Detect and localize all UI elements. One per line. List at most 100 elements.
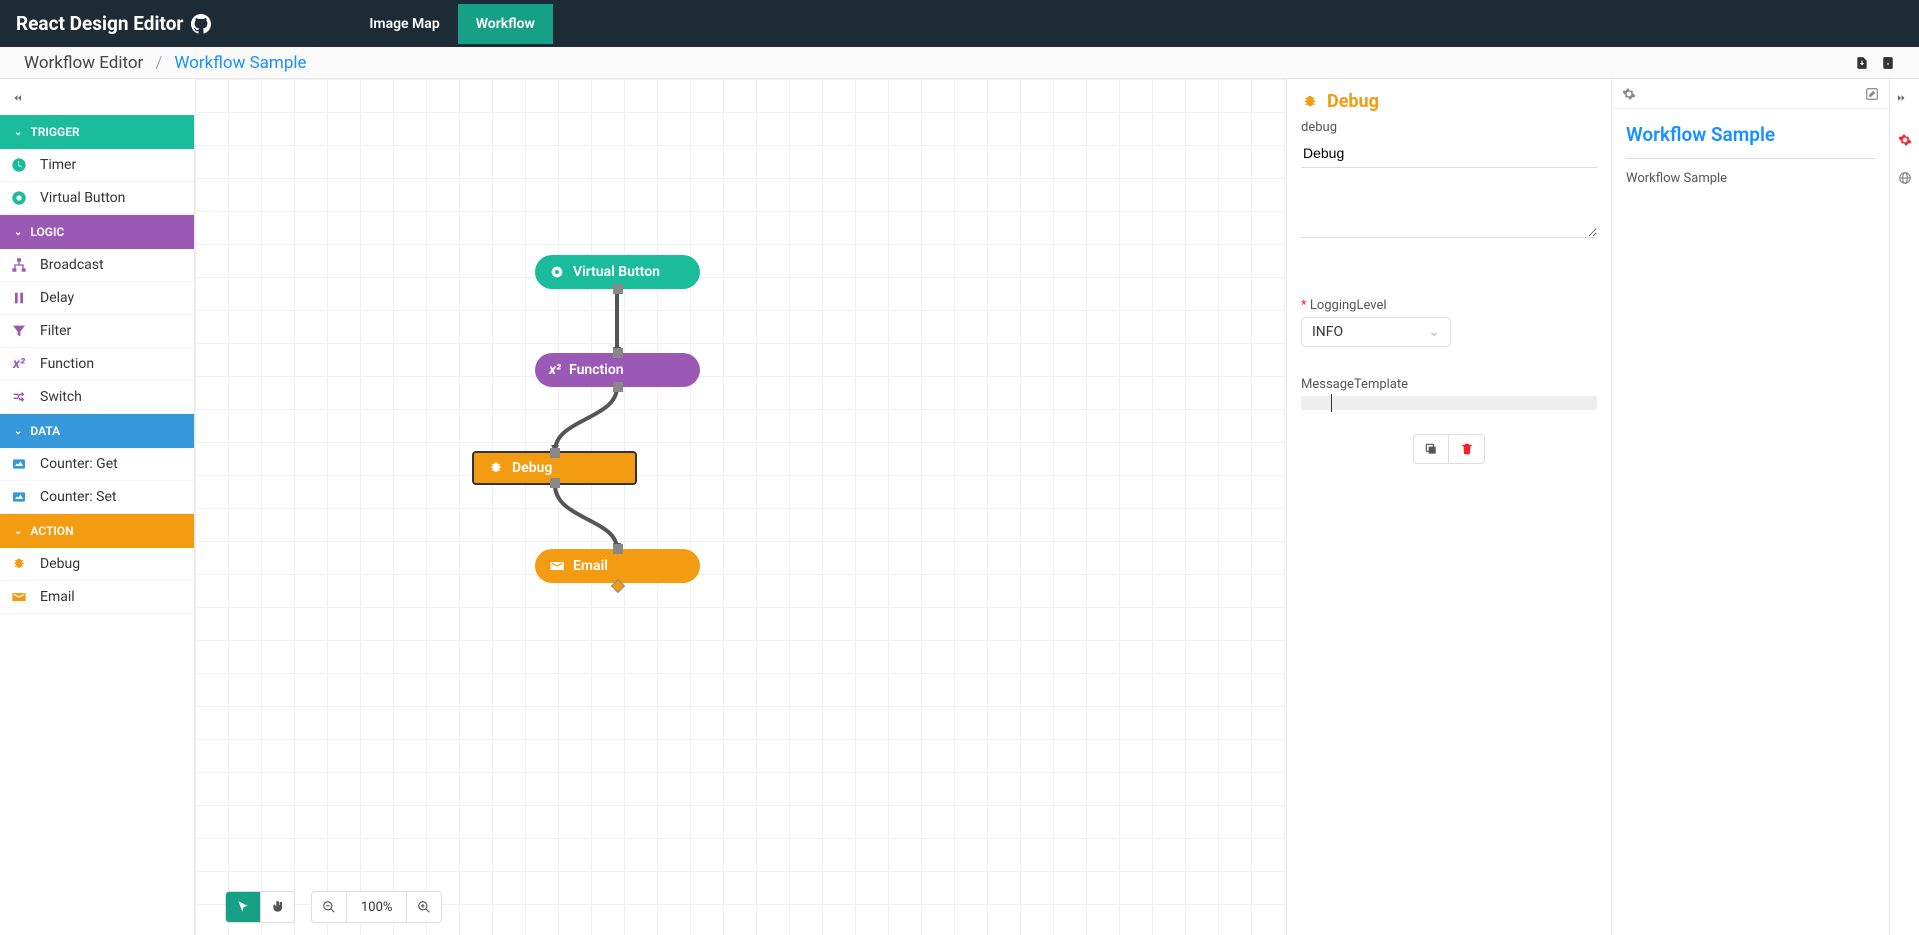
palette-item-label: Counter: Set [40, 489, 116, 505]
category-trigger[interactable]: ⌄ TRIGGER [0, 115, 194, 149]
zoom-level: 100% [346, 892, 407, 922]
collapse-left-icon[interactable] [4, 84, 32, 112]
palette-counter-set[interactable]: Counter: Set [0, 481, 194, 514]
node-label: Function [569, 362, 624, 378]
node-function[interactable]: x² Function [535, 353, 700, 387]
properties-title: Debug [1301, 91, 1597, 112]
app-title: React Design Editor [16, 12, 211, 35]
output-port[interactable] [613, 284, 623, 294]
fx-icon: x² [10, 356, 28, 372]
logging-level-select[interactable]: INFO ⌄ [1301, 317, 1451, 347]
palette-email[interactable]: Email [0, 581, 194, 614]
chevron-down-icon: ⌄ [14, 426, 22, 437]
globe-icon[interactable] [1898, 171, 1912, 185]
category-action-label: ACTION [30, 524, 73, 538]
circle-dot-icon [10, 190, 28, 206]
palette-switch[interactable]: Switch [0, 381, 194, 414]
output-port[interactable] [550, 478, 560, 488]
header-tabs: Image Map Workflow [351, 4, 552, 44]
circle-dot-icon [549, 264, 565, 280]
message-template-input[interactable] [1301, 396, 1597, 410]
palette-debug[interactable]: Debug [0, 548, 194, 581]
breadcrumb-current[interactable]: Workflow Sample [174, 53, 306, 73]
zoom-in-button[interactable] [407, 892, 441, 922]
palette-filter[interactable]: Filter [0, 315, 194, 348]
upload-icon[interactable] [1881, 56, 1895, 70]
palette-counter-get[interactable]: Counter: Get [0, 448, 194, 481]
breadcrumb-actions [1855, 56, 1895, 70]
output-port[interactable] [610, 579, 624, 593]
input-port[interactable] [550, 448, 560, 458]
github-icon[interactable] [191, 14, 211, 34]
type-label: debug [1301, 120, 1597, 135]
properties-title-text: Debug [1327, 91, 1379, 112]
clock-icon [10, 157, 28, 173]
tab-image-map[interactable]: Image Map [351, 4, 457, 44]
palette-item-label: Broadcast [40, 257, 104, 273]
workflow-canvas[interactable]: Virtual Button x² Function Debug Email [195, 79, 1286, 935]
bug-icon [10, 556, 28, 572]
shuffle-icon [10, 389, 28, 405]
palette-item-label: Email [40, 589, 75, 605]
delete-button[interactable] [1449, 434, 1485, 464]
palette-broadcast[interactable]: Broadcast [0, 249, 194, 282]
node-label: Email [573, 558, 608, 574]
palette-item-label: Counter: Get [40, 456, 118, 472]
app-header: React Design Editor Image Map Workflow [0, 0, 1919, 47]
workflow-description: Workflow Sample [1626, 171, 1875, 186]
grab-tool[interactable] [260, 892, 294, 922]
gear-icon[interactable] [1622, 87, 1636, 101]
node-label: Virtual Button [573, 264, 660, 280]
palette-item-label: Timer [40, 157, 76, 173]
download-icon[interactable] [1855, 56, 1869, 70]
node-email[interactable]: Email [535, 549, 700, 583]
bug-icon [488, 460, 504, 476]
fx-icon: x² [549, 362, 561, 378]
name-input[interactable] [1301, 139, 1597, 168]
chevron-down-icon: ⌄ [14, 227, 22, 238]
gear-icon[interactable] [1898, 133, 1912, 147]
breadcrumb-root[interactable]: Workflow Editor [24, 53, 143, 73]
breadcrumb: Workflow Editor / Workflow Sample [0, 47, 1919, 79]
tab-workflow[interactable]: Workflow [458, 4, 553, 44]
image-icon [10, 456, 28, 472]
description-textarea[interactable] [1301, 168, 1597, 238]
filter-icon [10, 323, 28, 339]
palette-timer[interactable]: Timer [0, 149, 194, 182]
input-port[interactable] [613, 348, 623, 358]
sitemap-icon [10, 257, 28, 273]
app-title-text: React Design Editor [16, 12, 183, 35]
category-action[interactable]: ⌄ ACTION [0, 514, 194, 548]
palette-item-label: Function [40, 356, 94, 372]
palette-delay[interactable]: Delay [0, 282, 194, 315]
chevron-down-icon: ⌄ [1428, 324, 1440, 340]
clone-button[interactable] [1413, 434, 1449, 464]
category-logic[interactable]: ⌄ LOGIC [0, 215, 194, 249]
edit-icon[interactable] [1865, 87, 1879, 101]
canvas-toolbar: 100% [225, 891, 442, 923]
image-icon [10, 489, 28, 505]
envelope-icon [10, 589, 28, 605]
pointer-tool[interactable] [226, 892, 260, 922]
breadcrumb-separator: / [155, 53, 162, 73]
chevron-down-icon: ⌄ [14, 526, 22, 537]
node-virtual-button[interactable]: Virtual Button [535, 255, 700, 289]
palette-virtual-button[interactable]: Virtual Button [0, 182, 194, 215]
envelope-icon [549, 558, 565, 574]
node-debug[interactable]: Debug [472, 451, 637, 485]
collapse-right-icon[interactable] [1887, 84, 1915, 112]
zoom-out-button[interactable] [312, 892, 346, 922]
category-data[interactable]: ⌄ DATA [0, 414, 194, 448]
palette-function[interactable]: x² Function [0, 348, 194, 381]
chevron-down-icon: ⌄ [14, 127, 22, 138]
node-label: Debug [512, 460, 552, 476]
palette-item-label: Virtual Button [40, 190, 125, 206]
message-template-label: MessageTemplate [1301, 377, 1597, 392]
logging-level-label: LoggingLevel [1301, 298, 1597, 313]
workflow-info-panel: Workflow Sample Workflow Sample [1611, 79, 1889, 935]
palette-item-label: Debug [40, 556, 80, 572]
select-value: INFO [1312, 324, 1343, 340]
output-port[interactable] [613, 382, 623, 392]
category-logic-label: LOGIC [30, 225, 64, 239]
input-port[interactable] [613, 544, 623, 554]
